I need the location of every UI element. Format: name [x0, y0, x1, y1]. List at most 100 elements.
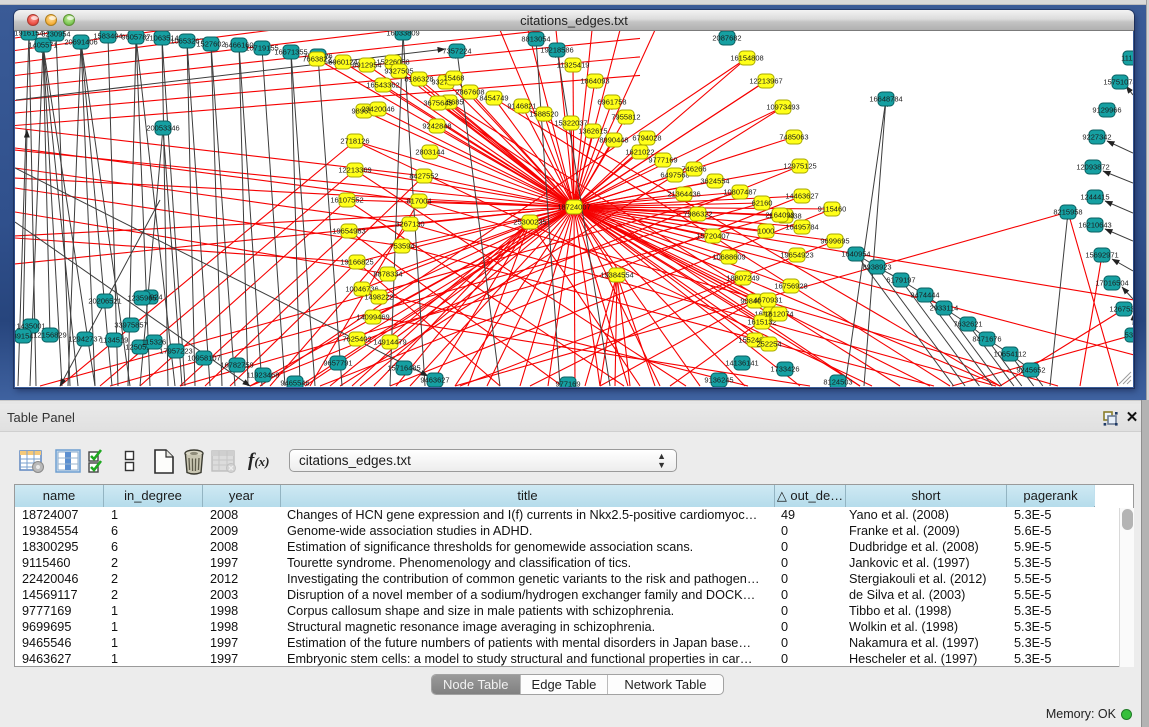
svg-text:62160: 62160 — [752, 199, 773, 208]
svg-text:2803144: 2803144 — [415, 148, 444, 157]
svg-text:15720407: 15720407 — [696, 232, 729, 241]
svg-text:15692971: 15692971 — [1085, 251, 1118, 260]
svg-text:33975857: 33975857 — [114, 321, 147, 330]
svg-text:12942737: 12942737 — [68, 335, 101, 344]
svg-text:16107552: 16107552 — [330, 196, 363, 205]
svg-text:2164093: 2164093 — [765, 211, 794, 220]
svg-text:9463627: 9463627 — [420, 376, 449, 385]
svg-text:14914479: 14914479 — [373, 338, 406, 347]
svg-text:115326: 115326 — [142, 338, 166, 347]
svg-text:12975125: 12975125 — [783, 162, 816, 171]
svg-text:1362615: 1362615 — [578, 127, 607, 136]
svg-text:19218586: 19218586 — [540, 46, 573, 55]
svg-text:9465546: 9465546 — [280, 379, 309, 388]
svg-text:817004: 817004 — [406, 197, 431, 206]
svg-text:252254: 252254 — [756, 340, 781, 349]
svg-text:11121: 11121 — [1121, 54, 1133, 63]
svg-text:7986322: 7986322 — [683, 210, 712, 219]
svg-text:19654983: 19654983 — [332, 227, 365, 236]
svg-text:1134519: 1134519 — [100, 336, 129, 345]
svg-text:8471676: 8471676 — [972, 335, 1001, 344]
svg-text:39154: 39154 — [15, 332, 33, 341]
svg-text:1267534: 1267534 — [1109, 305, 1133, 314]
svg-text:8454749: 8454749 — [479, 94, 508, 103]
svg-text:1733426: 1733426 — [770, 365, 799, 374]
svg-text:16154808: 16154808 — [730, 54, 763, 63]
svg-text:1916154: 1916154 — [15, 31, 44, 38]
svg-text:18807249: 18807249 — [726, 274, 759, 283]
svg-text:16210643: 16210643 — [1078, 221, 1111, 230]
svg-text:4670931: 4670931 — [753, 296, 782, 305]
svg-text:19166825: 19166825 — [340, 258, 373, 267]
svg-text:1527602: 1527602 — [196, 40, 225, 49]
svg-text:3675645: 3675645 — [423, 99, 452, 108]
svg-text:10807487: 10807487 — [723, 188, 756, 197]
svg-text:9245652: 9245652 — [1016, 366, 1045, 375]
svg-text:5313: 5313 — [1125, 331, 1133, 340]
svg-text:11325419: 11325419 — [557, 61, 590, 70]
svg-text:7357224: 7357224 — [442, 47, 471, 56]
svg-text:8427552: 8427552 — [409, 172, 438, 181]
svg-text:8124503: 8124503 — [823, 378, 852, 387]
svg-text:6794028: 6794028 — [632, 134, 661, 143]
svg-text:9474444: 9474444 — [910, 291, 939, 300]
svg-text:16782759: 16782759 — [220, 361, 253, 370]
svg-text:15468: 15468 — [444, 74, 465, 83]
svg-text:1405571: 1405571 — [28, 41, 57, 50]
svg-text:12213369: 12213369 — [338, 166, 371, 175]
svg-text:9699695: 9699695 — [820, 237, 849, 246]
svg-text:1235965: 1235965 — [127, 294, 156, 303]
svg-text:7485063: 7485063 — [779, 133, 808, 142]
svg-text:753594: 753594 — [389, 242, 414, 251]
svg-text:19654923: 19654923 — [780, 251, 813, 260]
svg-text:10688609: 10688609 — [712, 253, 745, 262]
svg-text:8878334: 8878334 — [373, 270, 402, 279]
svg-text:21364436: 21364436 — [667, 190, 700, 199]
svg-text:1588520: 1588520 — [529, 110, 558, 119]
svg-text:1000: 1000 — [758, 227, 775, 236]
svg-text:19384554: 19384554 — [600, 271, 633, 280]
svg-text:9242848: 9242848 — [422, 122, 451, 131]
svg-text:7625402: 7625402 — [342, 335, 371, 344]
svg-text:977169: 977169 — [555, 380, 580, 388]
svg-text:8186328: 8186328 — [404, 75, 433, 84]
svg-text:23420046: 23420046 — [361, 105, 394, 114]
svg-text:14099469: 14099469 — [356, 313, 389, 322]
svg-text:8813054: 8813054 — [521, 35, 550, 44]
svg-text:12093872: 12093872 — [1076, 163, 1109, 172]
svg-text:10973493: 10973493 — [766, 103, 799, 112]
svg-text:17016504: 17016504 — [1095, 279, 1128, 288]
svg-text:746266: 746266 — [681, 165, 706, 174]
svg-text:1498222: 1498222 — [364, 293, 393, 302]
svg-text:7632621: 7632621 — [953, 320, 982, 329]
svg-text:11923468: 11923468 — [247, 371, 280, 380]
svg-text:15751074: 15751074 — [1103, 78, 1133, 87]
svg-text:16648784: 16648784 — [869, 95, 902, 104]
svg-text:2718126: 2718126 — [340, 137, 369, 146]
svg-text:1864093: 1864093 — [580, 77, 609, 86]
svg-text:9657791: 9657791 — [323, 359, 352, 368]
svg-text:25300235: 25300235 — [513, 218, 546, 227]
svg-text:8938923: 8938923 — [862, 263, 891, 272]
svg-text:12213967: 12213967 — [749, 77, 782, 86]
svg-text:18724007: 18724007 — [557, 203, 590, 212]
svg-text:20206521: 20206521 — [88, 297, 121, 306]
svg-text:3624554: 3624554 — [700, 177, 729, 186]
svg-text:1244415: 1244415 — [1080, 193, 1109, 202]
svg-text:2933114: 2933114 — [930, 304, 959, 313]
svg-text:16756928: 16756928 — [774, 282, 807, 291]
svg-text:2087682: 2087682 — [712, 34, 741, 43]
svg-text:9777169: 9777169 — [648, 156, 677, 165]
svg-text:3267130: 3267130 — [395, 220, 424, 229]
svg-text:14463627: 14463627 — [785, 192, 818, 201]
svg-text:1640954: 1640954 — [841, 250, 870, 259]
svg-text:16033809: 16033809 — [386, 31, 419, 38]
svg-text:7955812: 7955812 — [611, 113, 640, 122]
svg-text:1583404: 1583404 — [93, 32, 122, 41]
svg-text:16495784: 16495784 — [785, 223, 818, 232]
svg-text:20053346: 20053346 — [146, 124, 179, 133]
svg-text:1612074: 1612074 — [764, 310, 793, 319]
svg-text:7663822: 7663822 — [302, 55, 331, 64]
svg-text:9136245: 9136245 — [704, 376, 733, 385]
svg-text:9129966: 9129966 — [1092, 106, 1121, 115]
